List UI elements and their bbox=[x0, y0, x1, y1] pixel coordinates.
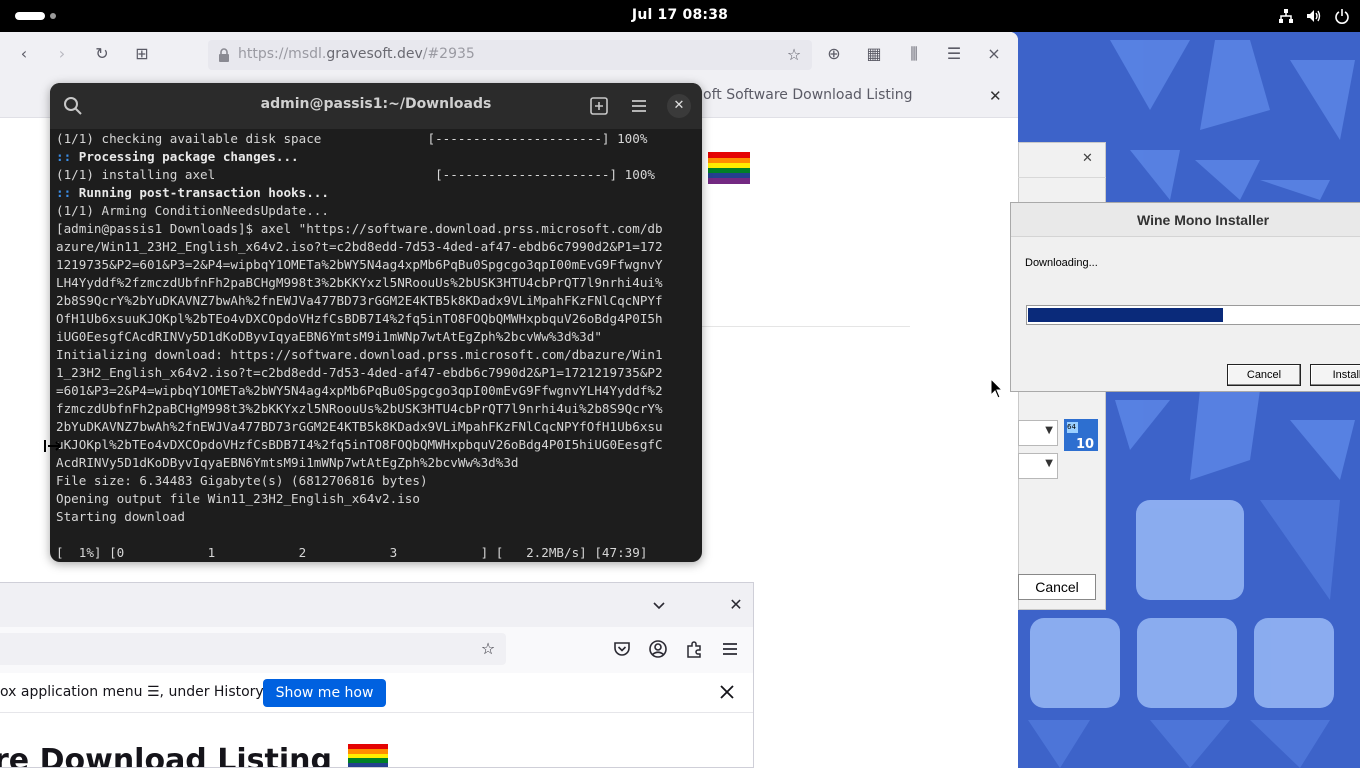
terminal-line: iUG0EesgfCAcdRINVy5D1dKoDByvIqyaEBN6Ymts… bbox=[56, 329, 602, 344]
lock-icon bbox=[219, 48, 229, 62]
close-window-icon[interactable]: × bbox=[984, 44, 1004, 64]
terminal-line: (1/1) checking available disk space [---… bbox=[56, 131, 648, 146]
bookmark-star-icon[interactable]: ☆ bbox=[477, 638, 499, 660]
notification-bar: ox application menu ☰, under History. Sh… bbox=[0, 673, 753, 713]
menu-icon[interactable] bbox=[719, 638, 741, 660]
wine-mono-installer-dialog: Wine Mono Installer Downloading... Cance… bbox=[1010, 202, 1360, 392]
download-progress-bar bbox=[1026, 305, 1360, 325]
resize-cursor-icon bbox=[44, 440, 62, 452]
dropdown-2[interactable]: ▼ bbox=[1018, 453, 1058, 479]
terminal-line: File size: 6.34483 Gigabyte(s) (68127068… bbox=[56, 473, 428, 488]
terminal-line: 1219735&P2=601&P3=2&P4=wipbqY1OMETa%2bWY… bbox=[56, 257, 663, 272]
forward-icon[interactable]: › bbox=[52, 44, 72, 64]
new-tab-icon[interactable]: ⊞ bbox=[132, 44, 152, 64]
notification-text: ox application menu ☰, under History. bbox=[0, 684, 267, 700]
extensions-icon[interactable]: ▦ bbox=[864, 44, 884, 64]
show-me-how-button[interactable]: Show me how bbox=[263, 679, 386, 707]
svg-text:64: 64 bbox=[1067, 423, 1076, 431]
terminal-line: (1/1) installing axel [-----------------… bbox=[56, 167, 655, 182]
terminal-line: =601&P3=2&P4=wipbqY1OMETa%2bWY5N4ag4xpMb… bbox=[56, 383, 663, 398]
terminal-line: 1_23H2_English_x64v2.iso?t=c2bd8edd-7d53… bbox=[56, 365, 663, 380]
terminal-window: admin@passis1:~/Downloads ✕ (1/1) checki… bbox=[50, 83, 702, 562]
rainbow-flag-icon bbox=[708, 152, 750, 184]
dialog-titlebar[interactable]: Wine Mono Installer bbox=[1011, 203, 1360, 237]
install-button[interactable]: Install bbox=[1310, 364, 1360, 386]
menu-icon[interactable]: ☰ bbox=[944, 44, 964, 64]
network-icon[interactable] bbox=[1278, 8, 1294, 24]
url-bar[interactable]: https://msdl.gravesoft.dev/#2935 ☆ bbox=[208, 40, 812, 70]
dialog-title: Wine Mono Installer bbox=[1137, 212, 1270, 228]
tab-title[interactable]: oft Software Download Listing bbox=[703, 87, 913, 103]
extensions-icon[interactable] bbox=[683, 638, 705, 660]
terminal-line: 2bYuDKAVNZ7bwAh%2fnEWJVa477BD73rGGM2E4KT… bbox=[56, 419, 663, 434]
download-status: Downloading... bbox=[1025, 257, 1098, 269]
cancel-button[interactable]: Cancel bbox=[1227, 364, 1301, 386]
volume-icon[interactable] bbox=[1306, 8, 1322, 24]
terminal-line: azure/Win11_23H2_English_x64v2.iso?t=c2b… bbox=[56, 239, 663, 254]
close-icon[interactable] bbox=[716, 681, 738, 703]
divider bbox=[1018, 177, 1106, 178]
terminal-line: OfH1Ub6xsuuKJOKpl%2bTEo4vDXCOpdoVHzfCsBD… bbox=[56, 311, 663, 326]
browser-toolbar: ☆ bbox=[0, 627, 753, 673]
terminal-line: Opening output file Win11_23H2_English_x… bbox=[56, 491, 420, 506]
terminal-line: Initializing download: https://software.… bbox=[56, 347, 663, 362]
rainbow-flag-icon bbox=[348, 744, 389, 767]
divider bbox=[700, 326, 910, 327]
terminal-line: Starting download bbox=[56, 509, 185, 524]
terminal-line: [admin@passis1 Downloads]$ axel "https:/… bbox=[56, 221, 663, 236]
pocket-icon[interactable] bbox=[611, 638, 633, 660]
dropdown-1[interactable]: ▼ bbox=[1018, 420, 1058, 446]
terminal-output[interactable]: (1/1) checking available disk space [---… bbox=[56, 129, 700, 562]
power-icon[interactable] bbox=[1334, 8, 1350, 24]
mouse-pointer-icon bbox=[990, 378, 1004, 399]
cancel-button[interactable]: Cancel bbox=[1018, 574, 1096, 600]
url-text: https://msdl.gravesoft.dev/#2935 bbox=[238, 46, 475, 62]
browser-window-front: ✕ ☆ ox application menu ☰, under History… bbox=[0, 582, 754, 768]
close-icon[interactable]: ✕ bbox=[1082, 151, 1093, 166]
url-bar[interactable]: ☆ bbox=[0, 633, 506, 665]
account-icon[interactable] bbox=[647, 638, 669, 660]
browser-tabbar: ✕ bbox=[0, 583, 753, 627]
progress-fill bbox=[1028, 308, 1223, 322]
terminal-line: uKJOKpl%2bTEo4vDXCOpdoVHzfCsBDB7I4%2fq5i… bbox=[56, 437, 663, 452]
terminal-line: (1/1) Arming ConditionNeedsUpdate... bbox=[56, 203, 329, 218]
terminal-line: :: Processing package changes... bbox=[56, 149, 299, 164]
top-bar: Jul 17 08:38 bbox=[0, 0, 1360, 32]
terminal-line: :: Running post-transaction hooks... bbox=[56, 185, 329, 200]
close-icon[interactable]: ✕ bbox=[667, 94, 691, 118]
terminal-line: fzmczdUbfnFh2paBCHgM998t3%2bKKYxzl5NRoou… bbox=[56, 401, 663, 416]
windows-version-icon: 64 10 bbox=[1064, 419, 1098, 451]
new-tab-icon[interactable] bbox=[589, 96, 609, 116]
reload-icon[interactable]: ↻ bbox=[92, 44, 112, 64]
back-icon[interactable]: ‹ bbox=[14, 44, 34, 64]
library-icon[interactable]: ⫼ bbox=[904, 44, 924, 64]
terminal-line: [ 1%] [0 1 2 3 ] [ 2.2MB/s] [47:39] bbox=[56, 545, 648, 560]
terminal-line: LH4Yyddf%2fzmczdUbfnFh2paBCHgM998t3%2bKK… bbox=[56, 275, 663, 290]
terminal-line: 2b8S9QcrY%2bYuDKAVNZ7bwAh%2fnEWJVa477BD7… bbox=[56, 293, 663, 308]
browser-toolbar: ‹ › ↻ ⊞ https://msdl.gravesoft.dev/#2935… bbox=[0, 32, 1018, 76]
clock[interactable]: Jul 17 08:38 bbox=[0, 7, 1360, 23]
page-heading: re Download Listing bbox=[0, 743, 389, 767]
svg-text:10: 10 bbox=[1076, 437, 1094, 451]
menu-icon[interactable] bbox=[629, 96, 649, 116]
terminal-line: AcdRINVy5D1dKoDByvIqyaEBN6YmtsM9i1mWNp7w… bbox=[56, 455, 519, 470]
downloads-icon[interactable]: ⊕ bbox=[824, 44, 844, 64]
chevron-down-icon[interactable] bbox=[648, 594, 670, 616]
bookmark-star-icon[interactable]: ☆ bbox=[784, 45, 804, 65]
terminal-headerbar[interactable]: admin@passis1:~/Downloads ✕ bbox=[50, 83, 702, 129]
close-icon[interactable]: ✕ bbox=[725, 594, 747, 616]
tab-close-icon[interactable]: ✕ bbox=[989, 87, 1002, 105]
